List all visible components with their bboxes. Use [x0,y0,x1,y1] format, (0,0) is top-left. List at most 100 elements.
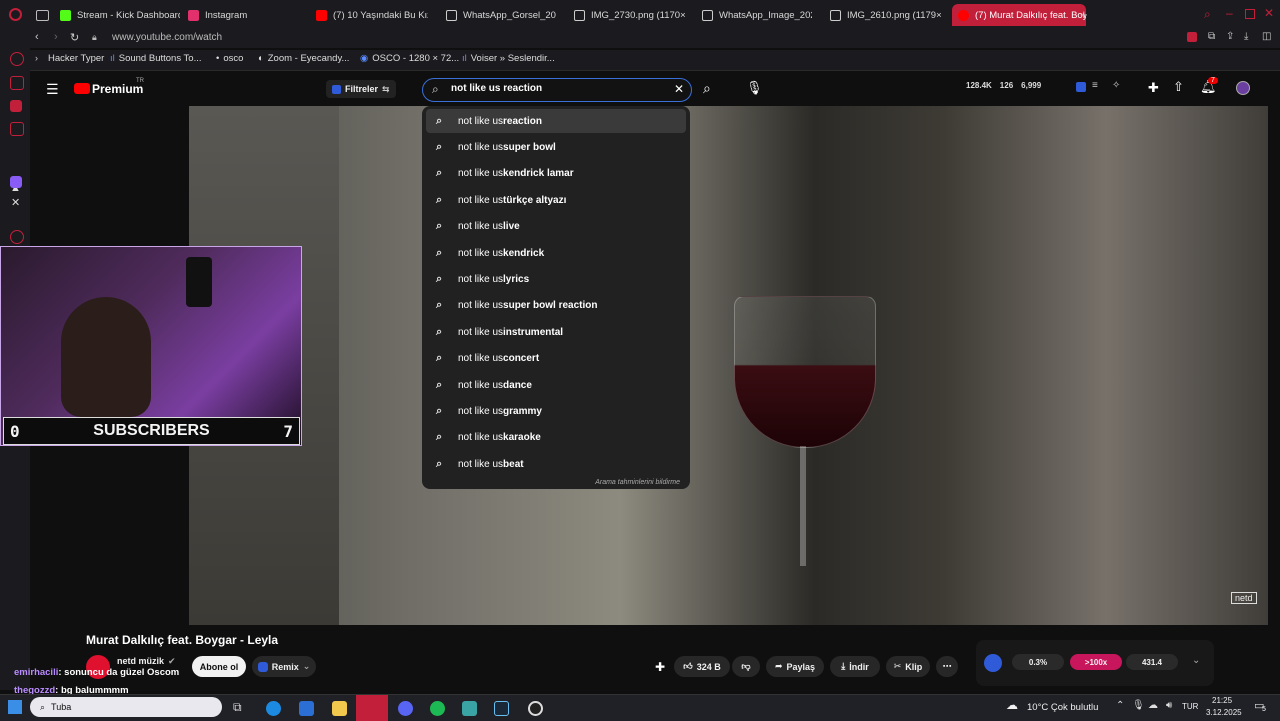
language-indicator[interactable]: TUR [1182,702,1198,711]
cloud-tray-icon[interactable]: ☁ [1148,700,1158,711]
share-button[interactable]: ➦ Paylaş [766,656,824,677]
chevron-down-icon[interactable]: ⌄ [1192,655,1200,666]
clock-date[interactable]: 3.12.2025 [1206,708,1242,717]
dislike-button[interactable]: 👎︎ [732,656,760,677]
extensions-puzzle-icon[interactable]: ⧉ [1208,31,1215,42]
url-field[interactable]: www.youtube.com/watch [112,32,222,43]
bookmark-zoom[interactable]: ◐ Zoom - Eyecandy... [258,53,349,64]
tab-img-2610[interactable]: IMG_2610.png (1179×25… [830,4,942,26]
download-icon[interactable]: ⤓ [1244,31,1248,42]
share-icon[interactable]: ⇪ [1226,31,1234,42]
bookmark-sound-buttons[interactable]: ıl Sound Buttons To... [110,53,202,64]
forward-icon[interactable]: › [54,31,58,43]
weather-text[interactable]: 10°C Çok bulutlu [1027,702,1098,713]
voice-search-button[interactable]: 🎙︎ [742,79,763,99]
bookmark-osco[interactable]: • osco [216,53,243,64]
logo-text[interactable]: Premium [92,82,143,96]
edge-icon[interactable] [266,701,281,716]
download-button[interactable]: ⤓ İndir [830,656,880,677]
spotify-icon[interactable] [430,701,445,716]
whatsapp-icon[interactable] [10,122,24,136]
suggestion-item[interactable]: ⌕ not like us dance [426,373,686,397]
suggestion-item[interactable]: ⌕ not like us lyrics [426,267,686,291]
search-input[interactable]: not like us reaction [451,83,542,94]
bag-icon[interactable] [10,76,24,90]
menu-icon[interactable]: ☰ [46,81,59,98]
task-view-icon[interactable]: ⧉ [233,700,242,715]
subscribe-button[interactable]: Abone ol [192,656,246,677]
extension-icon[interactable] [1187,32,1197,42]
weather-icon[interactable]: ☁ [1006,698,1018,712]
list-icon[interactable]: ≡ [1092,80,1098,91]
clip-button[interactable]: ✂ Klip [886,656,930,677]
suggestion-item[interactable]: ⌕ not like us türkçe altyazı [426,188,686,212]
suggestion-item[interactable]: ⌕ not like us beat [426,452,686,476]
suggestion-item[interactable]: ⌕ not like us super bowl reaction [426,294,686,318]
ext-logo-icon[interactable] [984,654,1002,672]
messenger-icon[interactable] [10,100,22,112]
remix-button[interactable]: Remix ⌄ [252,656,316,677]
tab-youtube-active[interactable]: (7) Murat Dalkılıç feat. Boy [952,4,1086,26]
suggestion-item[interactable]: ⌕ not like us live [426,215,686,239]
speaker-icon[interactable]: 🔊︎ [1166,700,1172,711]
maximize-button[interactable] [1245,9,1255,19]
chevron-up-icon[interactable]: ⌃ [1116,700,1124,711]
suggestion-item[interactable]: ⌕ not like us instrumental [426,320,686,344]
close-window-button[interactable]: ✕ [1264,6,1274,20]
taskbar-search[interactable]: ⌕ Tuba [30,697,222,717]
camera-icon[interactable]: ◫ [1262,31,1271,42]
speed-dial-icon[interactable] [10,52,24,66]
start-icon[interactable] [8,700,22,714]
clock-time[interactable]: 21:25 [1212,696,1232,705]
opera-gx-icon[interactable] [356,695,388,721]
reload-icon[interactable]: ↻ [70,31,79,44]
filters-button[interactable]: Filtreler ⇆ [326,80,396,98]
discord-icon[interactable] [398,701,413,716]
x-icon[interactable]: ✕ [11,196,20,209]
suggestion-item[interactable]: ⌕ not like us super bowl [426,135,686,159]
avatar[interactable] [1236,81,1250,95]
more-actions-button[interactable]: ⋯ [936,656,958,677]
tab-whatsapp-2[interactable]: WhatsApp_Image_2025- [702,4,812,26]
video-player[interactable]: netd [189,106,1268,625]
store-icon[interactable] [299,701,314,716]
twitch-icon[interactable] [10,176,22,188]
report-predictions-link[interactable]: Arama tahminlerini bildirme [595,479,680,486]
clear-search-icon[interactable]: ✕ [674,82,684,96]
tab-youtube-1[interactable]: (7) 10 Yaşındaki Bu Kızın [316,4,428,26]
player-icon[interactable] [10,230,24,244]
search-box[interactable]: ⌕ not like us reaction ✕ [422,78,692,102]
extension-puzzle-icon[interactable]: ✚ [655,660,665,674]
tab-kick[interactable]: Stream - Kick Dashboard [60,4,180,26]
suggestion-item[interactable]: ⌕ not like us grammy [426,399,686,423]
bookmark-voiser[interactable]: ıl Voiser » Seslendir... [462,53,555,64]
app-icon[interactable] [462,701,477,716]
suggestion-item[interactable]: ⌕ not like us kendrick lamar [426,162,686,186]
workspace-icon[interactable] [36,10,49,21]
new-tab-button[interactable]: + [1080,7,1088,22]
suggestion-item[interactable]: ⌕ not like us kendrick [426,241,686,265]
channel-name[interactable]: netd müzik [117,656,164,666]
suggestion-item[interactable]: ⌕ not like us karaoke [426,426,686,450]
like-button[interactable]: 👍︎ 324 B [674,656,730,677]
suggestion-item[interactable]: ⌕ not like us concert [426,347,686,371]
minimize-button[interactable]: – [1226,6,1233,20]
steam-icon[interactable] [494,701,509,716]
chevron-right-icon[interactable]: › [35,53,38,63]
tab-instagram[interactable]: Instagram [188,4,298,26]
create-icon[interactable]: ✚ [1148,80,1159,96]
rocket-icon[interactable]: ✧ [1112,80,1120,91]
suggestion-item[interactable]: ⌕ not like us reaction [426,109,686,133]
upload-icon[interactable]: ⇧ [1173,79,1184,95]
search-tabs-icon[interactable]: ⌕ [1204,7,1211,22]
back-icon[interactable]: ‹ [35,31,39,43]
tab-whatsapp-1[interactable]: WhatsApp_Gorsel_2025- [446,4,556,26]
search-button[interactable]: ⌕ [694,78,726,100]
bookmark-hacker-typer[interactable]: Hacker Typer [48,53,104,64]
mic-tray-icon[interactable]: 🎙︎ [1132,700,1145,711]
obs-icon[interactable] [528,701,543,716]
ext-badge-icon[interactable] [1076,82,1086,92]
browser-logo-icon[interactable] [9,8,22,21]
youtube-logo-icon[interactable] [74,83,90,94]
folder-icon[interactable] [332,701,347,716]
